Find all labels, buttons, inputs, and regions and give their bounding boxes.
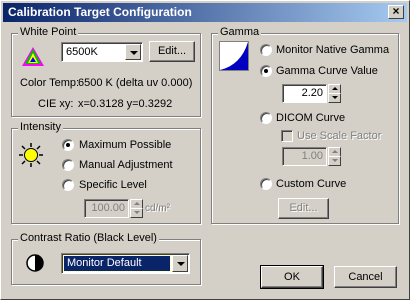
close-button[interactable]: × (388, 5, 404, 19)
gamma-legend: Gamma (218, 26, 262, 38)
contrast-legend: Contrast Ratio (Black Level) (18, 232, 159, 244)
intensity-level-input[interactable]: 100.00 (84, 199, 129, 218)
contrast-select[interactable]: Monitor Default (61, 253, 190, 274)
intensity-level-value: 100.00 (91, 202, 125, 214)
gamma-custom-radio[interactable] (260, 178, 272, 190)
gamma-edit-button[interactable]: Edit... (278, 198, 329, 219)
cie-label: CIE xy: (38, 98, 74, 110)
title-bar[interactable]: Calibration Target Configuration × (3, 3, 407, 22)
intensity-max-label: Maximum Possible (79, 139, 172, 151)
cancel-button[interactable]: Cancel (334, 266, 397, 288)
spin-down-icon[interactable] (328, 93, 341, 103)
contrast-value: Monitor Default (67, 257, 142, 269)
chevron-down-icon[interactable] (172, 255, 188, 272)
gamma-dicom-label: DICOM Curve (276, 112, 346, 124)
white-point-edit-button[interactable]: Edit... (149, 41, 195, 62)
gamma-custom-label: Custom Curve (276, 178, 347, 190)
gamma-native-radio[interactable] (260, 44, 272, 56)
use-scale-label: Use Scale Factor (297, 130, 382, 142)
intensity-level-spinner[interactable] (130, 199, 143, 218)
scale-value: 1.00 (301, 150, 323, 162)
color-temp-value: 6500 K (delta uv 0.000) (78, 77, 193, 89)
ok-button[interactable]: OK (260, 265, 324, 289)
intensity-manual-label: Manual Adjustment (79, 159, 173, 171)
color-temp-label: Color Temp: (20, 77, 80, 89)
calibration-dialog: Calibration Target Configuration × White… (0, 0, 410, 300)
contrast-icon (26, 254, 44, 272)
chromaticity-icon (22, 47, 44, 66)
intensity-legend: Intensity (18, 121, 63, 133)
gamma-curve-label: Gamma Curve Value (276, 65, 378, 77)
white-point-legend: White Point (18, 26, 79, 38)
cie-value: x=0.3128 y=0.3292 (78, 98, 173, 110)
sun-icon (19, 143, 43, 167)
scale-spinner[interactable] (328, 147, 341, 166)
intensity-specific-radio[interactable] (62, 179, 74, 191)
gamma-curve-icon (219, 41, 249, 71)
gamma-curve-input[interactable]: 2.20 (282, 84, 327, 103)
intensity-unit: cd/m² (145, 203, 170, 214)
scale-input[interactable]: 1.00 (282, 147, 327, 166)
intensity-manual-radio[interactable] (62, 159, 74, 171)
gamma-native-label: Monitor Native Gamma (276, 44, 390, 56)
gamma-curve-spinner[interactable] (328, 84, 341, 103)
white-point-value: 6500K (66, 46, 98, 58)
spin-down-icon[interactable] (130, 208, 143, 218)
gamma-dicom-radio[interactable] (260, 112, 272, 124)
gamma-curve-radio[interactable] (260, 65, 272, 77)
intensity-specific-label: Specific Level (79, 179, 147, 191)
spin-down-icon[interactable] (328, 156, 341, 166)
gamma-curve-value: 2.20 (301, 87, 323, 99)
use-scale-checkbox[interactable] (281, 130, 293, 142)
intensity-max-radio[interactable] (62, 139, 74, 151)
chevron-down-icon[interactable] (125, 44, 141, 60)
window-title: Calibration Target Configuration (8, 5, 192, 19)
white-point-select[interactable]: 6500K (61, 42, 143, 62)
